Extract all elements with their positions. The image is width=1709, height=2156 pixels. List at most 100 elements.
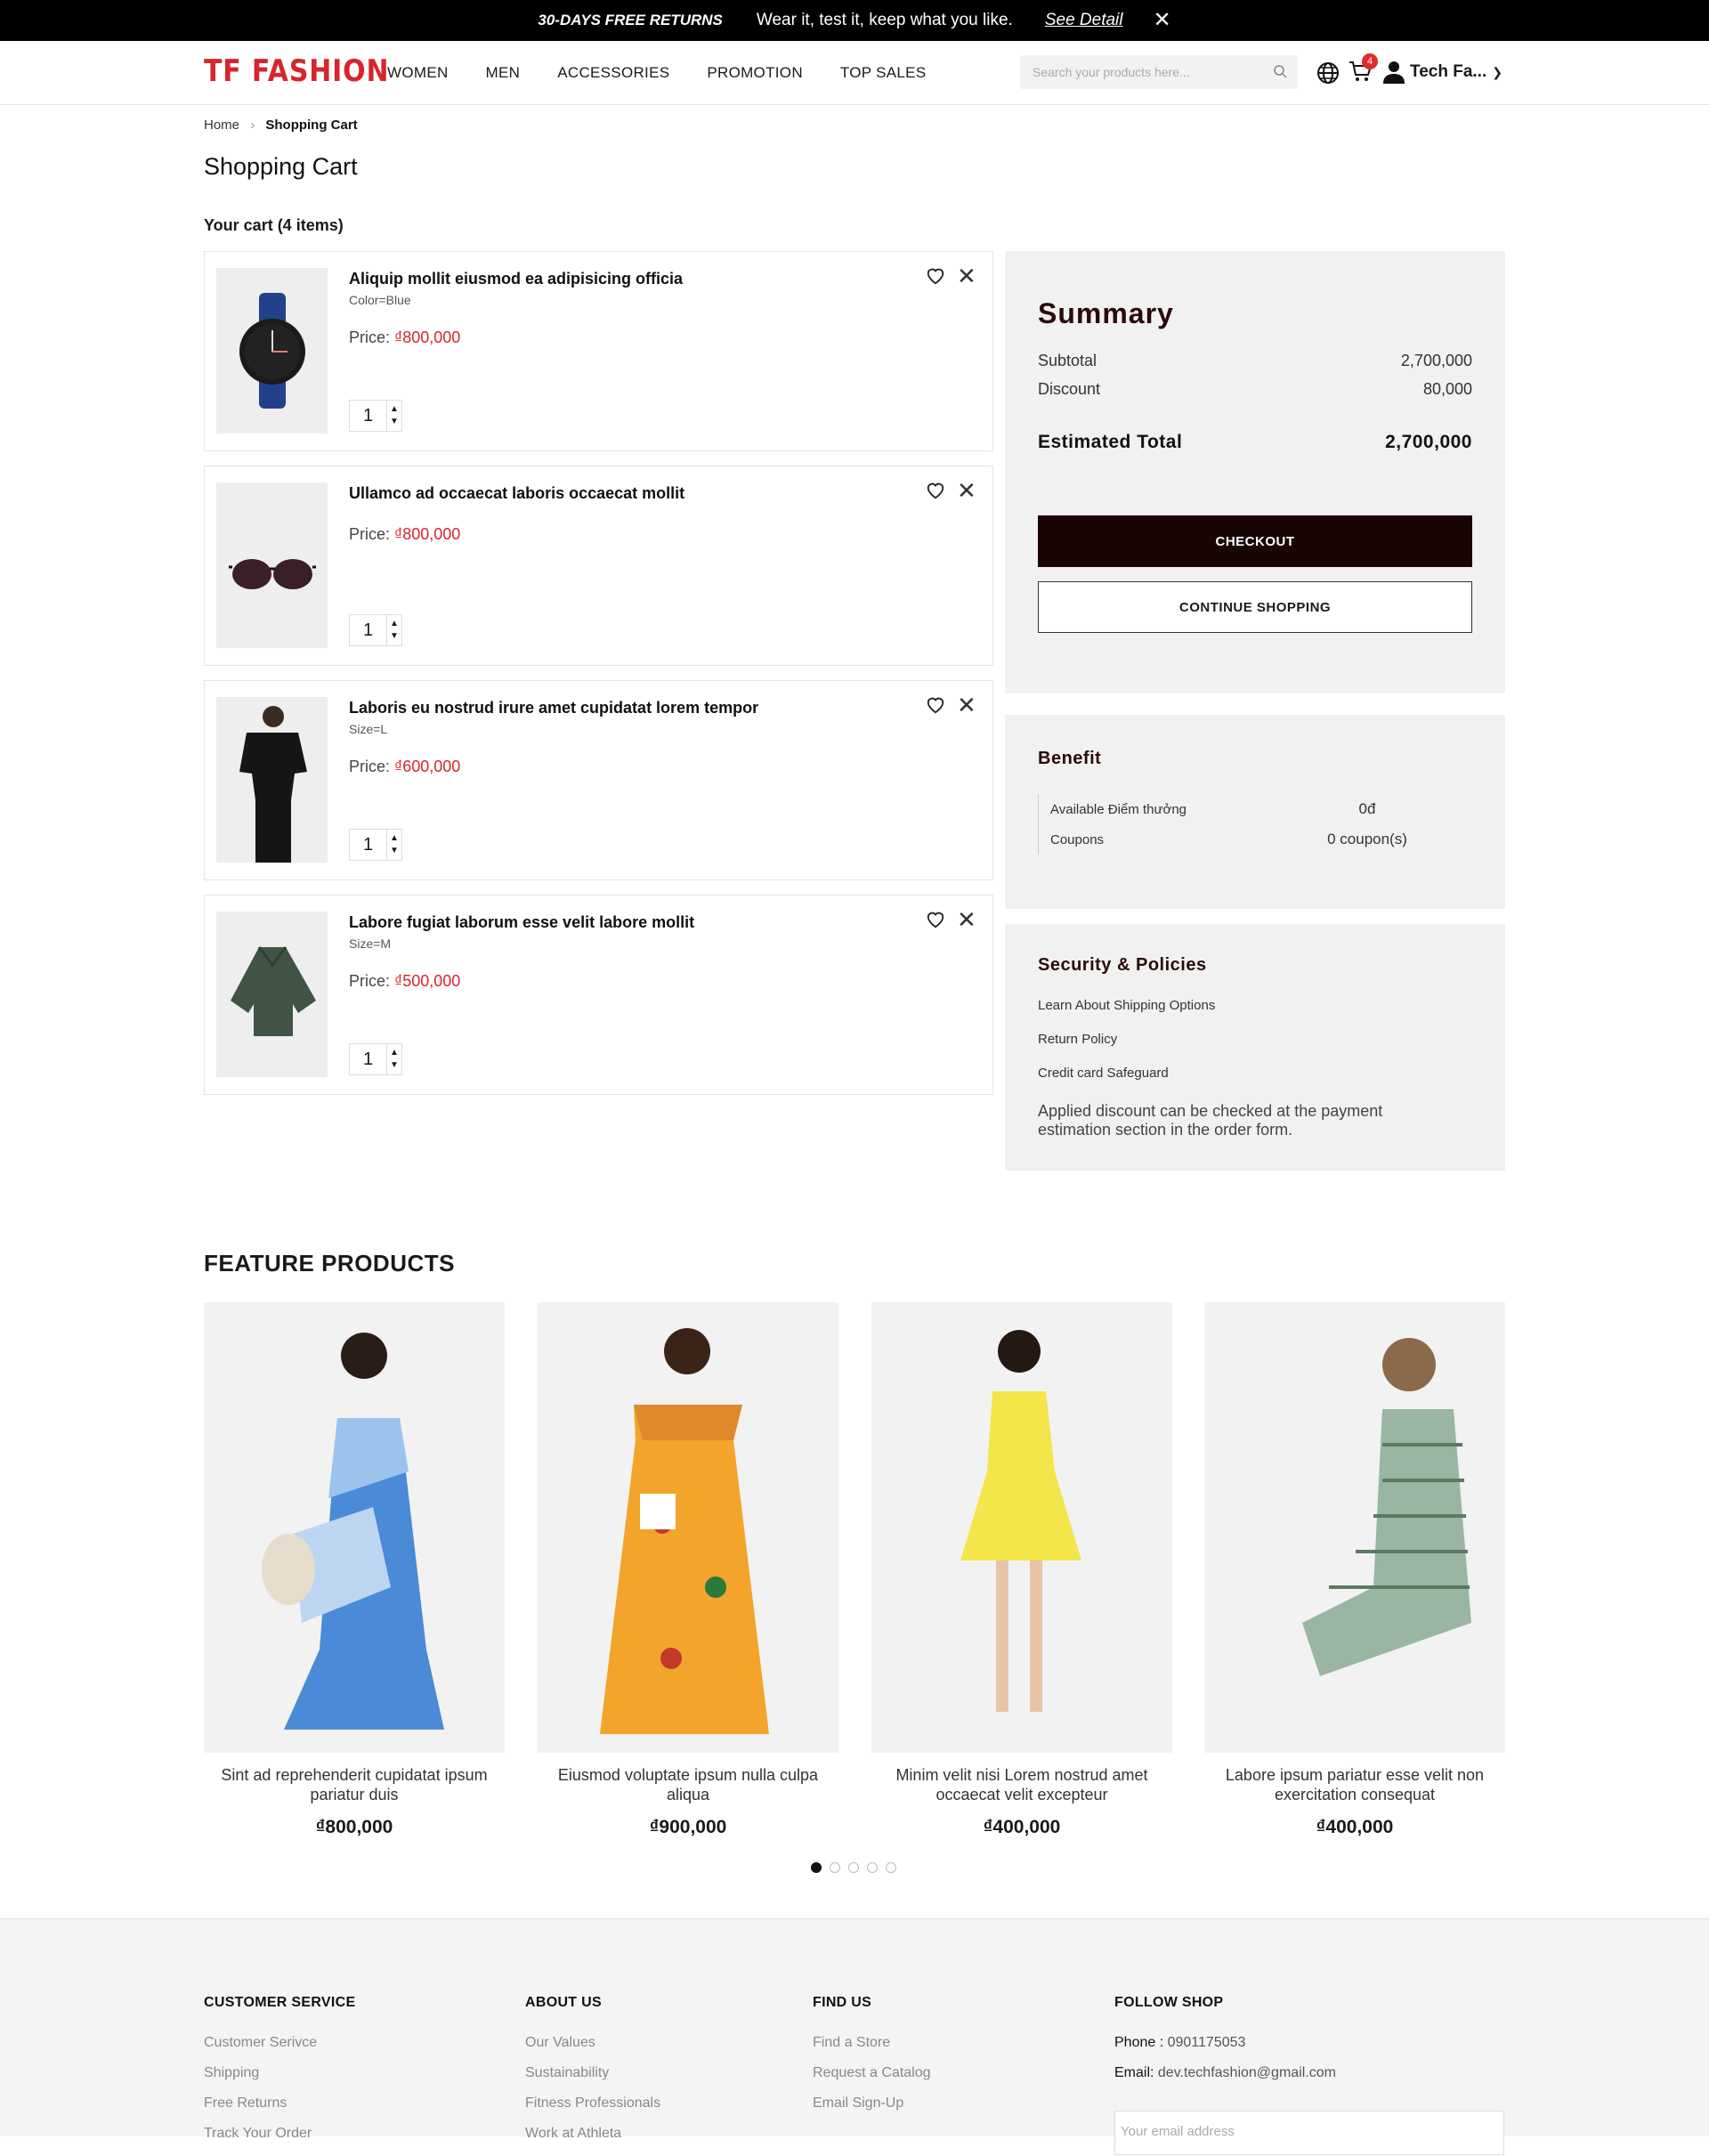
nav-promotion[interactable]: PROMOTION <box>707 64 803 82</box>
heart-icon[interactable] <box>926 266 945 286</box>
product-name[interactable]: Eiusmod voluptate ipsum nulla culpa aliq… <box>538 1765 838 1804</box>
benefit-panel: Benefit Available Điểm thưởng 0đ Coupons 0… <box>1005 715 1505 909</box>
footer-link[interactable]: Find a Store <box>813 2035 931 2065</box>
remove-icon[interactable]: ✕ <box>957 908 976 931</box>
product-image[interactable] <box>204 1302 505 1753</box>
footer-link[interactable]: Fitness Professionals <box>525 2095 660 2126</box>
nav-men[interactable]: MEN <box>486 64 521 82</box>
remove-icon[interactable]: ✕ <box>957 693 976 717</box>
continue-shopping-button[interactable]: CONTINUE SHOPPING <box>1038 581 1472 633</box>
phone-value[interactable]: 0901175053 <box>1168 2035 1246 2050</box>
carousel-dot[interactable] <box>811 1862 822 1873</box>
logo[interactable]: TF FASHION <box>204 53 389 89</box>
discount-value: 80,000 <box>1422 380 1472 398</box>
phone-label: Phone : <box>1114 2035 1168 2050</box>
quantity-stepper[interactable]: 1 ▲ ▼ <box>349 829 402 861</box>
quantity-stepper[interactable]: 1 ▲ ▼ <box>349 1043 402 1075</box>
coupons-label: Coupons <box>1050 831 1105 847</box>
decrease-icon[interactable]: ▼ <box>390 416 399 428</box>
coupons-row: Coupons 0 coupon(s) <box>1050 824 1421 855</box>
carousel-dot[interactable] <box>867 1862 878 1873</box>
decrease-icon[interactable]: ▼ <box>390 630 399 643</box>
footer-link[interactable]: Free Returns <box>204 2095 355 2126</box>
product-image[interactable] <box>1204 1302 1505 1753</box>
nav-accessories[interactable]: ACCESSORIES <box>557 64 669 82</box>
item-variant: Size=M <box>349 936 392 951</box>
remove-icon[interactable]: ✕ <box>957 479 976 502</box>
site-footer: CUSTOMER SERVICE Customer Serivce Shippi… <box>0 1918 1709 2141</box>
page-title: Shopping Cart <box>204 153 358 180</box>
close-icon[interactable]: ✕ <box>1154 10 1171 31</box>
heart-icon[interactable] <box>926 481 945 500</box>
heart-icon[interactable] <box>926 695 945 715</box>
search-icon[interactable] <box>1273 64 1287 78</box>
nav-women[interactable]: WOMEN <box>387 64 449 82</box>
decrease-icon[interactable]: ▼ <box>390 845 399 857</box>
product-card[interactable]: Minim velit nisi Lorem nostrud amet occa… <box>871 1302 1172 1838</box>
user-menu[interactable]: Tech Fa... ❯ <box>1383 61 1502 84</box>
item-name[interactable]: Aliquip mollit eiusmod ea adipisicing of… <box>349 270 683 288</box>
item-name[interactable]: Laboris eu nostrud irure amet cupidatat … <box>349 699 758 717</box>
product-name[interactable]: Sint ad reprehenderit cupidatat ipsum pa… <box>204 1765 505 1804</box>
breadcrumb-home[interactable]: Home <box>204 118 239 133</box>
carousel-dot[interactable] <box>848 1862 859 1873</box>
cart-item: Laboris eu nostrud irure amet cupidatat … <box>204 680 993 880</box>
heart-icon[interactable] <box>926 910 945 929</box>
product-image[interactable] <box>538 1302 838 1753</box>
credit-card-safeguard-link[interactable]: Credit card Safeguard <box>1038 1066 1169 1081</box>
search-input[interactable]: Search your products here... <box>1020 55 1298 89</box>
product-image[interactable] <box>216 697 328 863</box>
increase-icon[interactable]: ▲ <box>390 832 399 845</box>
footer-link[interactable]: Sustainability <box>525 2065 660 2095</box>
subtotal-value: 2,700,000 <box>1400 352 1472 369</box>
footer-link[interactable]: Email Sign-Up <box>813 2095 931 2126</box>
price-value: ₫800,000 <box>394 328 461 346</box>
footer-link[interactable]: Track Your Order <box>204 2126 355 2156</box>
checkout-button[interactable]: CHECKOUT <box>1038 515 1472 567</box>
footer-find: FIND US Find a Store Request a Catalog E… <box>813 1995 931 2126</box>
quantity-value[interactable]: 1 <box>350 401 387 431</box>
product-image[interactable] <box>871 1302 1172 1753</box>
item-name[interactable]: Labore fugiat laborum esse velit labore … <box>349 913 694 932</box>
product-name[interactable]: Minim velit nisi Lorem nostrud amet occa… <box>871 1765 1172 1804</box>
product-card[interactable]: Sint ad reprehenderit cupidatat ipsum pa… <box>204 1302 505 1838</box>
footer-link[interactable]: Shipping <box>204 2065 355 2095</box>
footer-about: ABOUT US Our Values Sustainability Fitne… <box>525 1995 660 2156</box>
globe-icon[interactable] <box>1316 61 1340 85</box>
footer-link[interactable]: Request a Catalog <box>813 2065 931 2095</box>
decrease-icon[interactable]: ▼ <box>390 1059 399 1072</box>
quantity-value[interactable]: 1 <box>350 830 387 860</box>
discount-label: Discount <box>1038 380 1101 398</box>
product-image[interactable] <box>216 912 328 1077</box>
product-image[interactable] <box>216 268 328 434</box>
product-card[interactable]: Eiusmod voluptate ipsum nulla culpa aliq… <box>538 1302 838 1838</box>
remove-icon[interactable]: ✕ <box>957 264 976 288</box>
footer-link[interactable]: Customer Serivce <box>204 2035 355 2065</box>
cart-button[interactable]: 4 <box>1348 53 1378 88</box>
increase-icon[interactable]: ▲ <box>390 403 399 416</box>
carousel-dot[interactable] <box>886 1862 896 1873</box>
shipping-options-link[interactable]: Learn About Shipping Options <box>1038 998 1215 1013</box>
subtotal-label: Subtotal <box>1038 352 1097 369</box>
footer-link[interactable]: Our Values <box>525 2035 660 2065</box>
nav-top-sales[interactable]: TOP SALES <box>840 64 927 82</box>
footer-link[interactable]: Work at Athleta <box>525 2126 660 2156</box>
product-image[interactable] <box>216 482 328 648</box>
total-label: Estimated Total <box>1038 432 1183 452</box>
increase-icon[interactable]: ▲ <box>390 618 399 630</box>
see-detail-link[interactable]: See Detail <box>1045 11 1123 30</box>
item-name[interactable]: Ullamco ad occaecat laboris occaecat mol… <box>349 484 684 503</box>
quantity-stepper[interactable]: 1 ▲ ▼ <box>349 400 402 432</box>
product-name[interactable]: Labore ipsum pariatur esse velit non exe… <box>1204 1765 1505 1804</box>
carousel-dot[interactable] <box>830 1862 840 1873</box>
quantity-value[interactable]: 1 <box>350 615 387 645</box>
email-value[interactable]: dev.techfashion@gmail.com <box>1158 2065 1336 2080</box>
increase-icon[interactable]: ▲ <box>390 1047 399 1059</box>
return-policy-link[interactable]: Return Policy <box>1038 1032 1117 1047</box>
product-card[interactable]: Labore ipsum pariatur esse velit non exe… <box>1204 1302 1505 1838</box>
quantity-value[interactable]: 1 <box>350 1044 387 1074</box>
cart-count-badge: 4 <box>1362 53 1378 69</box>
user-icon <box>1383 61 1405 84</box>
quantity-stepper[interactable]: 1 ▲ ▼ <box>349 614 402 646</box>
newsletter-email-input[interactable]: Your email address <box>1114 2111 1504 2155</box>
